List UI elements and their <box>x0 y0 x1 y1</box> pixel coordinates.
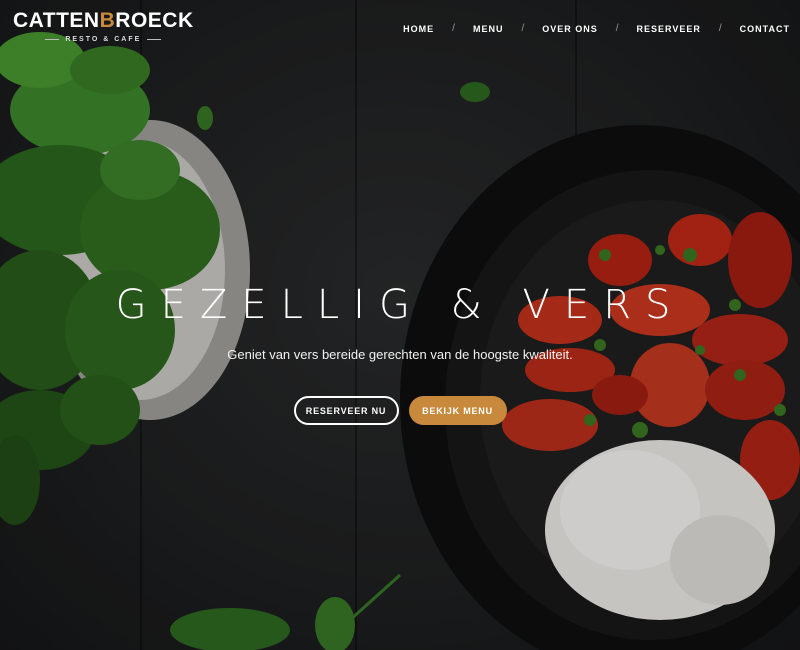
brand-logo[interactable]: CATTENBROECK RESTO & CAFE <box>13 9 194 43</box>
nav-item-menu[interactable]: MENU <box>473 24 504 34</box>
hero-subline: Geniet van vers bereide gerechten van de… <box>227 347 573 362</box>
reserve-now-button[interactable]: RESERVEER NU <box>293 396 399 425</box>
hero-buttons: RESERVEER NU BEKIJK MENU <box>0 396 800 425</box>
tagline-line <box>45 39 60 40</box>
nav-separator: / <box>615 23 619 34</box>
view-menu-button[interactable]: BEKIJK MENU <box>408 396 507 425</box>
nav-separator: / <box>521 23 525 34</box>
brand-name-part2: ROECK <box>115 9 194 32</box>
brand-tagline: RESTO & CAFE <box>65 36 142 43</box>
nav-item-contact[interactable]: CONTACT <box>740 24 790 34</box>
nav-item-over-ons[interactable]: OVER ONS <box>542 24 598 34</box>
hero-headline: GEZELLIG & VERS <box>115 282 685 328</box>
nav-separator: / <box>452 23 455 34</box>
brand-tagline-row: RESTO & CAFE <box>13 36 194 43</box>
hero-section: CATTENBROECK RESTO & CAFE HOME / MENU / … <box>0 0 800 650</box>
nav-separator: / <box>718 23 722 34</box>
brand-name-part1: CATTEN <box>13 9 100 32</box>
brand-name-accent: B <box>99 9 116 32</box>
nav-item-home[interactable]: HOME <box>403 24 434 34</box>
brand-name: CATTENBROECK <box>13 9 194 33</box>
nav-item-reserveer[interactable]: RESERVEER <box>637 24 701 34</box>
main-nav: HOME / MENU / OVER ONS / RESERVEER / CON… <box>403 23 790 34</box>
tagline-line <box>147 39 162 40</box>
